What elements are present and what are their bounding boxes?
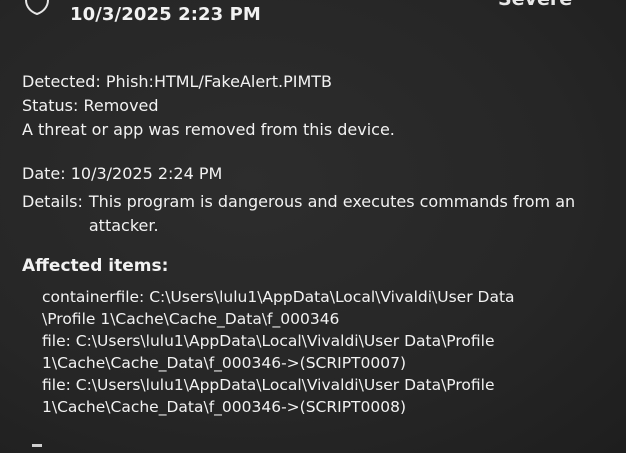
status-row: Status: Removed <box>22 94 395 118</box>
affected-item-line: containerfile: C:\Users\lulu1\AppData\Lo… <box>42 288 515 306</box>
severity-label: Severe <box>498 0 572 10</box>
details-text-line2: attacker. <box>88 216 159 235</box>
detected-row: Detected: Phish:HTML/FakeAlert.PIMTB <box>22 70 395 94</box>
affected-item-line: 1\Cache\Cache_Data\f_000346->(SCRIPT0008… <box>42 398 407 416</box>
summary-section: Detected: Phish:HTML/FakeAlert.PIMTB Sta… <box>22 70 395 142</box>
shield-icon <box>25 0 49 16</box>
affected-item-line: \Profile 1\Cache\Cache_Data\f_000346 <box>42 310 340 328</box>
affected-item: containerfile: C:\Users\lulu1\AppData\Lo… <box>42 286 617 330</box>
status-label: Status: <box>22 96 79 115</box>
date-value: 10/3/2025 2:24 PM <box>70 164 223 183</box>
threat-detail-panel: 10/3/2025 2:23 PM Severe Detected: Phish… <box>0 0 626 453</box>
affected-items-list: containerfile: C:\Users\lulu1\AppData\Lo… <box>42 286 617 418</box>
affected-item-line: file: C:\Users\lulu1\AppData\Local\Vival… <box>42 376 495 394</box>
affected-item: file: C:\Users\lulu1\AppData\Local\Vival… <box>42 330 617 374</box>
affected-item-line: file: C:\Users\lulu1\AppData\Local\Vival… <box>42 332 495 350</box>
affected-item: file: C:\Users\lulu1\AppData\Local\Vival… <box>42 374 617 418</box>
date-row: Date: 10/3/2025 2:24 PM <box>22 162 222 186</box>
affected-item-line: 1\Cache\Cache_Data\f_000346->(SCRIPT0007… <box>42 354 407 372</box>
date-label: Date: <box>22 164 66 183</box>
details-label: Details: <box>22 192 83 211</box>
status-value: Removed <box>83 96 159 115</box>
detected-value: Phish:HTML/FakeAlert.PIMTB <box>105 72 333 91</box>
detected-label: Detected: <box>22 72 101 91</box>
cursor-mark <box>32 444 42 447</box>
details-text-line1: This program is dangerous and executes c… <box>88 192 576 211</box>
affected-items-title: Affected items: <box>22 256 169 276</box>
removal-message: A threat or app was removed from this de… <box>22 120 395 139</box>
details-section: Details: This program is dangerous and e… <box>22 190 612 238</box>
threat-date-header: 10/3/2025 2:23 PM <box>70 4 261 25</box>
